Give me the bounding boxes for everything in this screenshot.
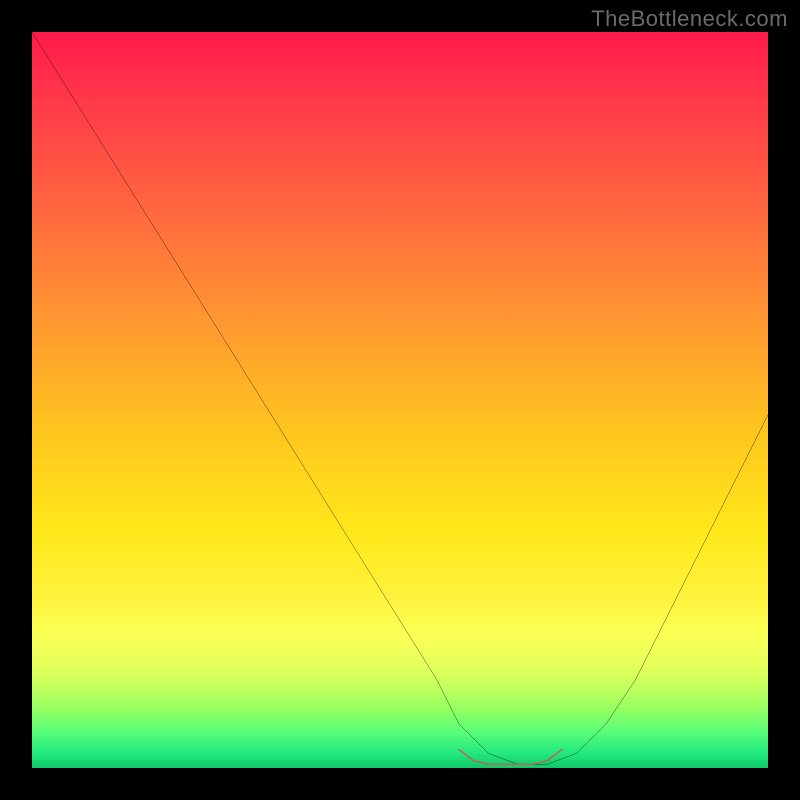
plot-area: [32, 32, 768, 768]
watermark-text: TheBottleneck.com: [591, 6, 788, 32]
chart-frame: TheBottleneck.com: [0, 0, 800, 800]
curve-layer: [32, 32, 768, 768]
bottleneck-marker: [459, 750, 562, 765]
main-curve: [32, 32, 768, 764]
